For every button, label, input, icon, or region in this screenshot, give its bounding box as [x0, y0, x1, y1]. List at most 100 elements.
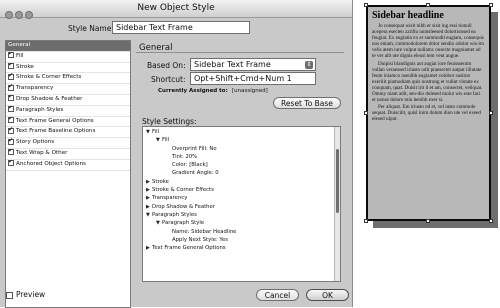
based-on-value: Sidebar Text Frame	[194, 60, 271, 69]
settings-row: Name: Sidebar Headline	[145, 228, 338, 236]
settings-row-text: Stroke & Corner Effects	[152, 187, 214, 194]
shortcut-input[interactable]: Opt+Shift+Cmd+Num 1	[190, 72, 316, 85]
category-label: Stroke	[16, 63, 34, 70]
selection-handle-top[interactable]	[426, 3, 430, 7]
preview-checkbox-box[interactable]	[6, 291, 13, 299]
category-checkbox[interactable]	[8, 52, 14, 59]
settings-row-text: Gradient Angle: 0	[172, 170, 219, 177]
category-checkbox[interactable]	[8, 160, 14, 167]
category-checkbox[interactable]	[8, 73, 14, 81]
based-on-label: Based On:	[147, 61, 186, 70]
category-item[interactable]: Text Wrap & Other	[6, 149, 130, 160]
settings-row: Overprint Fill: No	[145, 145, 338, 153]
settings-row-text: Drop Shadow & Feather	[152, 203, 215, 210]
settings-row-text: Apply Next Style: Yes	[172, 236, 228, 243]
category-item[interactable]: Transparency	[6, 84, 130, 95]
category-item[interactable]: General	[6, 41, 130, 52]
settings-row-text: Overprint Fill: No	[172, 145, 217, 152]
new-object-style-dialog: New Object Style Style Name: Sidebar Tex…	[0, 0, 353, 308]
category-checkbox[interactable]	[8, 149, 14, 156]
settings-row[interactable]: ▼ Fill	[145, 136, 338, 144]
settings-row: Apply Next Style: Yes	[145, 236, 338, 244]
section-divider	[136, 52, 344, 53]
category-label: Anchored Object Options	[16, 160, 86, 167]
currently-assigned-value: [unassigned]	[232, 88, 268, 94]
settings-row[interactable]: ▶ Stroke	[145, 178, 338, 186]
category-label: Text Frame Baseline Options	[16, 128, 96, 135]
category-item[interactable]: Stroke	[6, 63, 130, 74]
settings-scrollbar[interactable]	[334, 127, 340, 281]
settings-row-text: Fill	[152, 129, 160, 135]
category-checkbox[interactable]	[8, 127, 14, 135]
selection-handle-top-left[interactable]	[364, 3, 368, 7]
category-checkbox[interactable]	[8, 106, 14, 113]
category-item[interactable]: Anchored Object Options	[6, 160, 130, 171]
settings-row[interactable]: ▼ Fill	[145, 128, 338, 136]
category-checkbox[interactable]	[8, 84, 14, 91]
settings-row[interactable]: ▼ Paragraph Styles	[145, 211, 338, 219]
reset-to-base-button[interactable]: Reset To Base	[273, 97, 341, 109]
based-on-dropdown[interactable]: Sidebar Text Frame ⇕	[190, 58, 316, 71]
settings-row[interactable]: ▼ Paragraph Style	[145, 219, 338, 227]
category-item[interactable]: Story Options	[6, 138, 130, 149]
ok-button[interactable]: OK	[306, 289, 349, 301]
preview-label: Preview	[16, 290, 46, 299]
category-label: Stroke & Corner Effects	[16, 74, 82, 81]
settings-row-text: Paragraph Styles	[152, 211, 197, 218]
selection-handle-bottom-left[interactable]	[364, 219, 368, 223]
selection-handle-bottom[interactable]	[426, 219, 430, 223]
sidebar-paragraph: Jo consequat wisit nibh er sisit ing ess…	[372, 23, 484, 60]
sidebar-text-frame[interactable]: Sidebar headline Jo consequat wisit nibh…	[366, 5, 491, 221]
selection-handle-right[interactable]	[489, 111, 493, 115]
settings-row-text: Transparency	[152, 195, 188, 202]
currently-assigned-label: Currently Assigned to:	[158, 88, 228, 94]
style-name-label: Style Name:	[68, 24, 114, 33]
category-checkbox[interactable]	[8, 95, 14, 102]
settings-row[interactable]: ▶ Stroke & Corner Effects	[145, 186, 338, 194]
category-checkbox[interactable]	[8, 63, 14, 70]
sidebar-headline: Sidebar headline	[372, 10, 444, 21]
selection-handle-left[interactable]	[364, 111, 368, 115]
style-category-list: General Fill Stroke Stroke & Corner Effects…	[5, 40, 131, 308]
category-item[interactable]: Text Frame General Options	[6, 117, 130, 128]
category-item[interactable]: Stroke & Corner Effects	[6, 73, 130, 85]
style-name-input[interactable]: Sidebar Text Frame	[112, 21, 250, 34]
shortcut-label: Shortcut:	[151, 75, 186, 84]
selection-handle-bottom-right[interactable]	[489, 219, 493, 223]
settings-row-text: Stroke	[152, 178, 169, 185]
category-label: Story Options	[16, 139, 55, 146]
category-label: Fill	[16, 52, 24, 59]
selection-handle-top-right[interactable]	[489, 3, 493, 7]
style-settings-label: Style Settings:	[142, 117, 197, 126]
settings-row-text: Fill	[162, 137, 170, 144]
settings-row-text: Text Frame General Options	[152, 245, 226, 252]
settings-row: Gradient Angle: 0	[145, 169, 338, 177]
category-item[interactable]: Text Frame Baseline Options	[6, 127, 130, 139]
category-label: Transparency	[16, 85, 54, 92]
settings-row-text: Name: Sidebar Headline	[172, 228, 237, 235]
sidebar-paragraph: Duipisi blandignis aut augiat iore feuis…	[372, 60, 483, 104]
cancel-button[interactable]: Cancel	[256, 289, 299, 301]
settings-row-text: Color: [Black]	[172, 162, 208, 169]
settings-row: Tint: 20%	[145, 153, 338, 161]
settings-row[interactable]: ▶ Text Frame General Options	[145, 244, 338, 252]
settings-row[interactable]: ▶ Transparency	[145, 194, 338, 202]
category-label: Text Frame General Options	[16, 117, 94, 124]
scrollbar-thumb[interactable]	[336, 149, 339, 213]
dropdown-arrow-icon: ⇕	[305, 61, 313, 69]
settings-row: Color: [Black]	[145, 161, 338, 169]
category-checkbox[interactable]	[8, 117, 14, 124]
category-item[interactable]: Drop Shadow & Feather	[6, 95, 130, 106]
category-label: Drop Shadow & Feather	[16, 95, 83, 102]
style-settings-list: ▼ Fill ▼ Fill Overprint Fill: No Tint: 20% Col…	[142, 126, 341, 282]
settings-row-text: Paragraph Style	[162, 220, 205, 227]
title-bar[interactable]: New Object Style	[0, 0, 352, 19]
category-checkbox[interactable]	[8, 138, 14, 145]
preview-checkbox[interactable]: Preview	[6, 290, 45, 299]
category-label: Paragraph Styles	[16, 106, 64, 113]
category-item[interactable]: Paragraph Styles	[6, 106, 130, 117]
settings-row[interactable]: ▶ Drop Shadow & Feather	[145, 203, 338, 211]
category-item[interactable]: Fill	[6, 52, 130, 63]
window-title: New Object Style	[137, 3, 215, 13]
sidebar-paragraph: Per aliquat. Em iriusto od et, vel iusto…	[372, 104, 481, 123]
